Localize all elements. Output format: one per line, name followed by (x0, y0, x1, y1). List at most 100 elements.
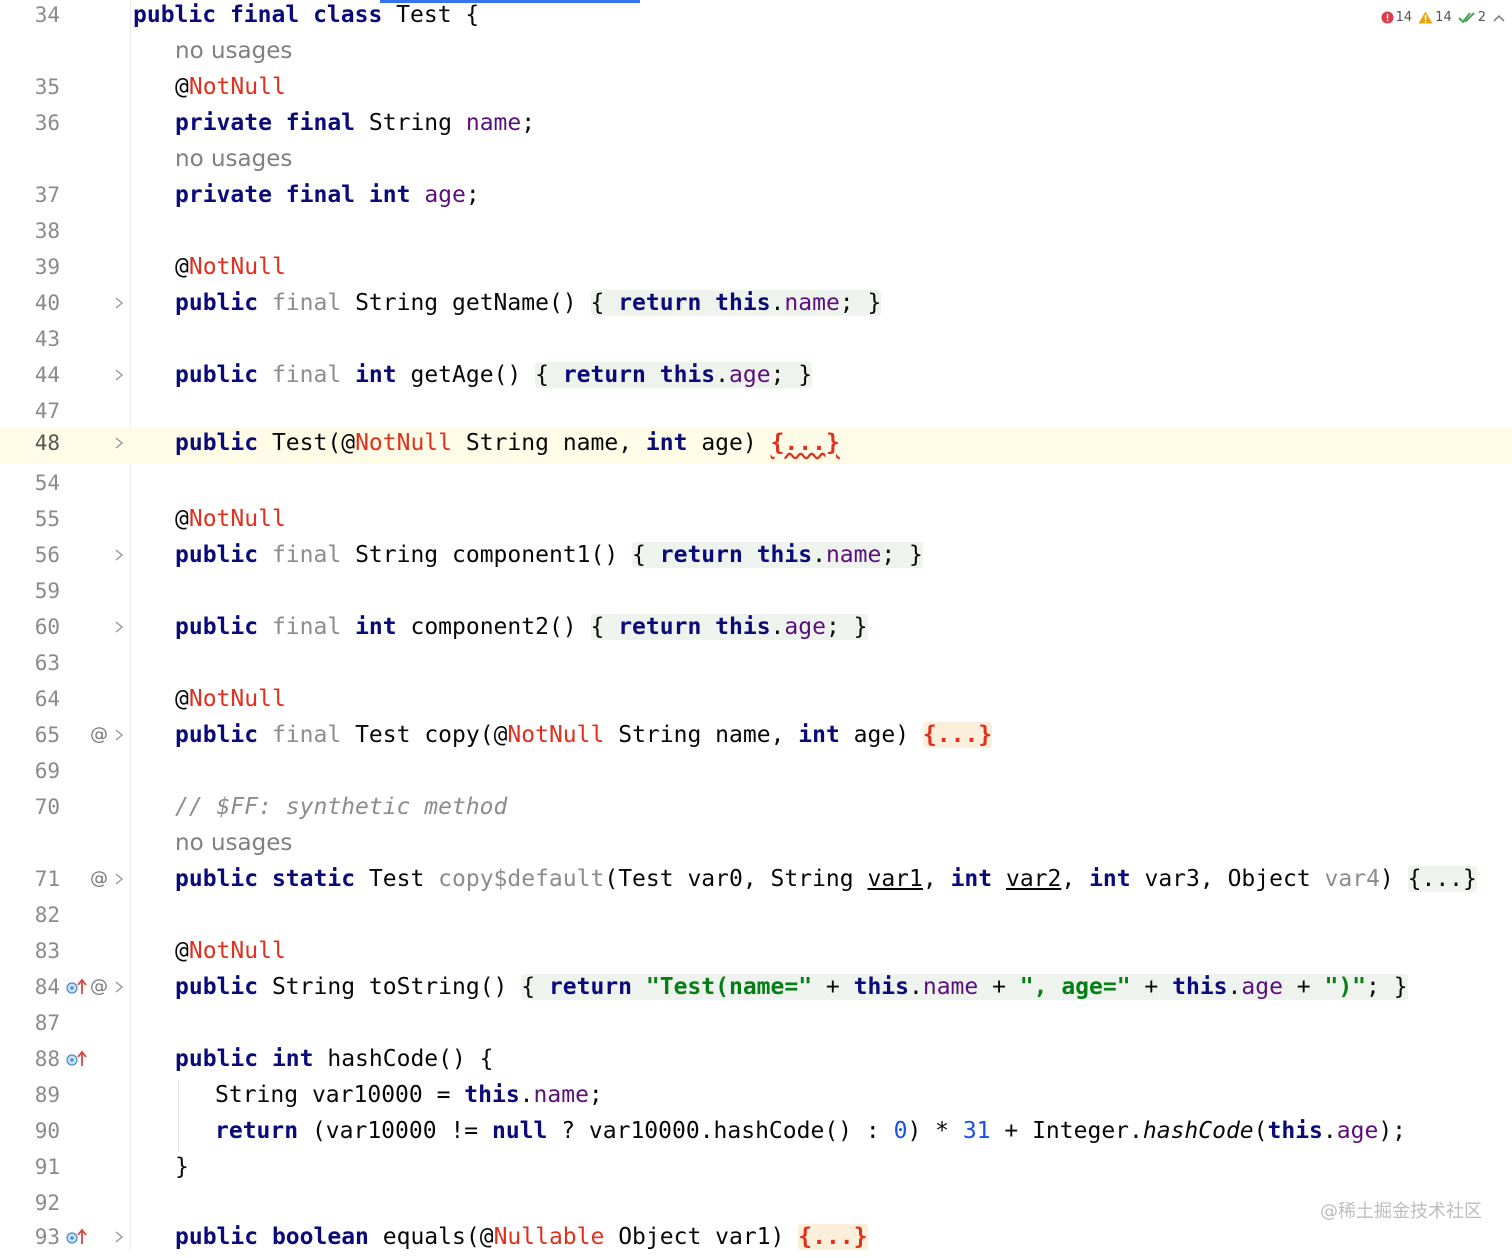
code-text: @NotNull (175, 254, 286, 280)
line-number: 88 (34, 1047, 60, 1071)
line-number: 55 (34, 507, 60, 531)
line-number: 71 (34, 867, 60, 891)
line-number: 56 (34, 543, 60, 567)
code-text: @NotNull (175, 506, 286, 532)
line-number: 44 (34, 363, 60, 387)
overrides-method-icon[interactable] (66, 1050, 88, 1068)
code-line[interactable]: 40 public final String getName() { retur… (0, 288, 1512, 324)
code-text: public static Test copy$default(Test var… (175, 866, 1477, 892)
code-line[interactable]: 90 return (var10000 != null ? var10000.h… (0, 1116, 1512, 1152)
line-number: 93 (34, 1225, 60, 1249)
code-line[interactable]: 34 public final class Test { (0, 0, 1512, 36)
inlay-hint-line: no usages (0, 36, 1512, 72)
code-text: public final Test copy(@NotNull String n… (175, 722, 993, 748)
code-line[interactable]: 93 public boolean equals(@Nullable Objec… (0, 1222, 1512, 1258)
code-line[interactable]: 92 (0, 1188, 1512, 1224)
annotation-gutter-icon[interactable]: @ (90, 868, 108, 889)
line-number: 90 (34, 1119, 60, 1143)
no-usages-hint[interactable]: no usages (175, 36, 292, 66)
code-line[interactable]: 82 (0, 900, 1512, 936)
code-line[interactable]: 69 (0, 756, 1512, 792)
code-text: @NotNull (175, 686, 286, 712)
folded-body[interactable]: {...} (798, 1224, 868, 1250)
line-number: 39 (34, 255, 60, 279)
inlay-hint-line: no usages (0, 828, 1512, 864)
code-text: @NotNull (175, 74, 286, 100)
code-line[interactable]: 60 public final int component2() { retur… (0, 612, 1512, 648)
code-line[interactable]: 64 @NotNull (0, 684, 1512, 720)
line-number: 70 (34, 795, 60, 819)
code-text: @NotNull (175, 938, 286, 964)
code-line[interactable]: 87 (0, 1008, 1512, 1044)
line-number: 35 (34, 75, 60, 99)
line-number: 63 (34, 651, 60, 675)
code-line[interactable]: 88 public int hashCode() { (0, 1044, 1512, 1080)
line-number: 37 (34, 183, 60, 207)
line-number: 64 (34, 687, 60, 711)
fold-chevron-icon[interactable] (112, 872, 126, 886)
no-usages-hint[interactable]: no usages (175, 144, 292, 174)
code-text: public boolean equals(@Nullable Object v… (175, 1224, 868, 1250)
code-editor[interactable]: 14 14 2 34 public final class Test { no … (0, 0, 1512, 1250)
folded-body-error[interactable]: {...} (771, 430, 840, 456)
line-number: 65 (34, 723, 60, 747)
code-line[interactable]: 63 (0, 648, 1512, 684)
code-text: public Test(@NotNull String name, int ag… (175, 430, 840, 456)
fold-chevron-icon[interactable] (112, 1230, 126, 1244)
line-number: 34 (34, 3, 60, 27)
code-line[interactable]: 70 // $FF: synthetic method (0, 792, 1512, 828)
code-line[interactable]: 59 (0, 576, 1512, 612)
fold-chevron-icon[interactable] (112, 620, 126, 634)
inlay-hint-line: no usages (0, 144, 1512, 180)
code-line[interactable]: 47 (0, 396, 1512, 432)
code-line[interactable]: 65 @ public final Test copy(@NotNull Str… (0, 720, 1512, 756)
code-line[interactable]: 38 (0, 216, 1512, 252)
code-line[interactable]: 44 public final int getAge() { return th… (0, 360, 1512, 396)
code-line[interactable]: 55 @NotNull (0, 504, 1512, 540)
current-code-line[interactable]: 48 public Test(@NotNull String name, int… (0, 428, 1512, 464)
overrides-method-icon[interactable] (66, 1228, 88, 1246)
line-number: 47 (34, 399, 60, 423)
code-line[interactable]: 83 @NotNull (0, 936, 1512, 972)
line-number: 48 (34, 431, 60, 455)
code-line[interactable]: 36 private final String name; (0, 108, 1512, 144)
line-number: 92 (34, 1191, 60, 1215)
annotation-gutter-icon[interactable]: @ (90, 976, 108, 997)
folded-body[interactable]: {...} (1407, 866, 1477, 892)
code-line[interactable]: 43 (0, 324, 1512, 360)
code-line[interactable]: 54 (0, 468, 1512, 504)
fold-chevron-icon[interactable] (112, 368, 126, 382)
folded-body[interactable]: {...} (922, 722, 993, 748)
line-number: 43 (34, 327, 60, 351)
fold-chevron-icon[interactable] (112, 296, 126, 310)
line-number: 54 (34, 471, 60, 495)
code-comment: // $FF: synthetic method (175, 794, 508, 820)
fold-chevron-icon[interactable] (112, 980, 126, 994)
code-line[interactable]: 89 String var10000 = this.name; (0, 1080, 1512, 1116)
line-number: 83 (34, 939, 60, 963)
fold-chevron-icon[interactable] (112, 728, 126, 742)
annotation-gutter-icon[interactable]: @ (90, 724, 108, 745)
line-number: 38 (34, 219, 60, 243)
line-number: 69 (34, 759, 60, 783)
code-line[interactable]: 37 private final int age; (0, 180, 1512, 216)
code-line[interactable]: 91 } (0, 1152, 1512, 1188)
line-number: 59 (34, 579, 60, 603)
code-line[interactable]: 71 @ public static Test copy$default(Tes… (0, 864, 1512, 900)
fold-chevron-icon[interactable] (112, 548, 126, 562)
code-line[interactable]: 84 @ public String toString() { return "… (0, 972, 1512, 1008)
line-number: 40 (34, 291, 60, 315)
line-number: 36 (34, 111, 60, 135)
code-text: public int hashCode() { (175, 1046, 494, 1072)
line-number: 87 (34, 1011, 60, 1035)
code-line[interactable]: 35 @NotNull (0, 72, 1512, 108)
overrides-method-icon[interactable] (66, 978, 88, 996)
code-text: } (175, 1154, 189, 1180)
code-line[interactable]: 39 @NotNull (0, 252, 1512, 288)
fold-chevron-icon[interactable] (112, 436, 126, 450)
code-text: public final class Test { (133, 2, 480, 28)
code-line[interactable]: 56 public final String component1() { re… (0, 540, 1512, 576)
line-number: 89 (34, 1083, 60, 1107)
no-usages-hint[interactable]: no usages (175, 828, 292, 858)
line-number: 82 (34, 903, 60, 927)
